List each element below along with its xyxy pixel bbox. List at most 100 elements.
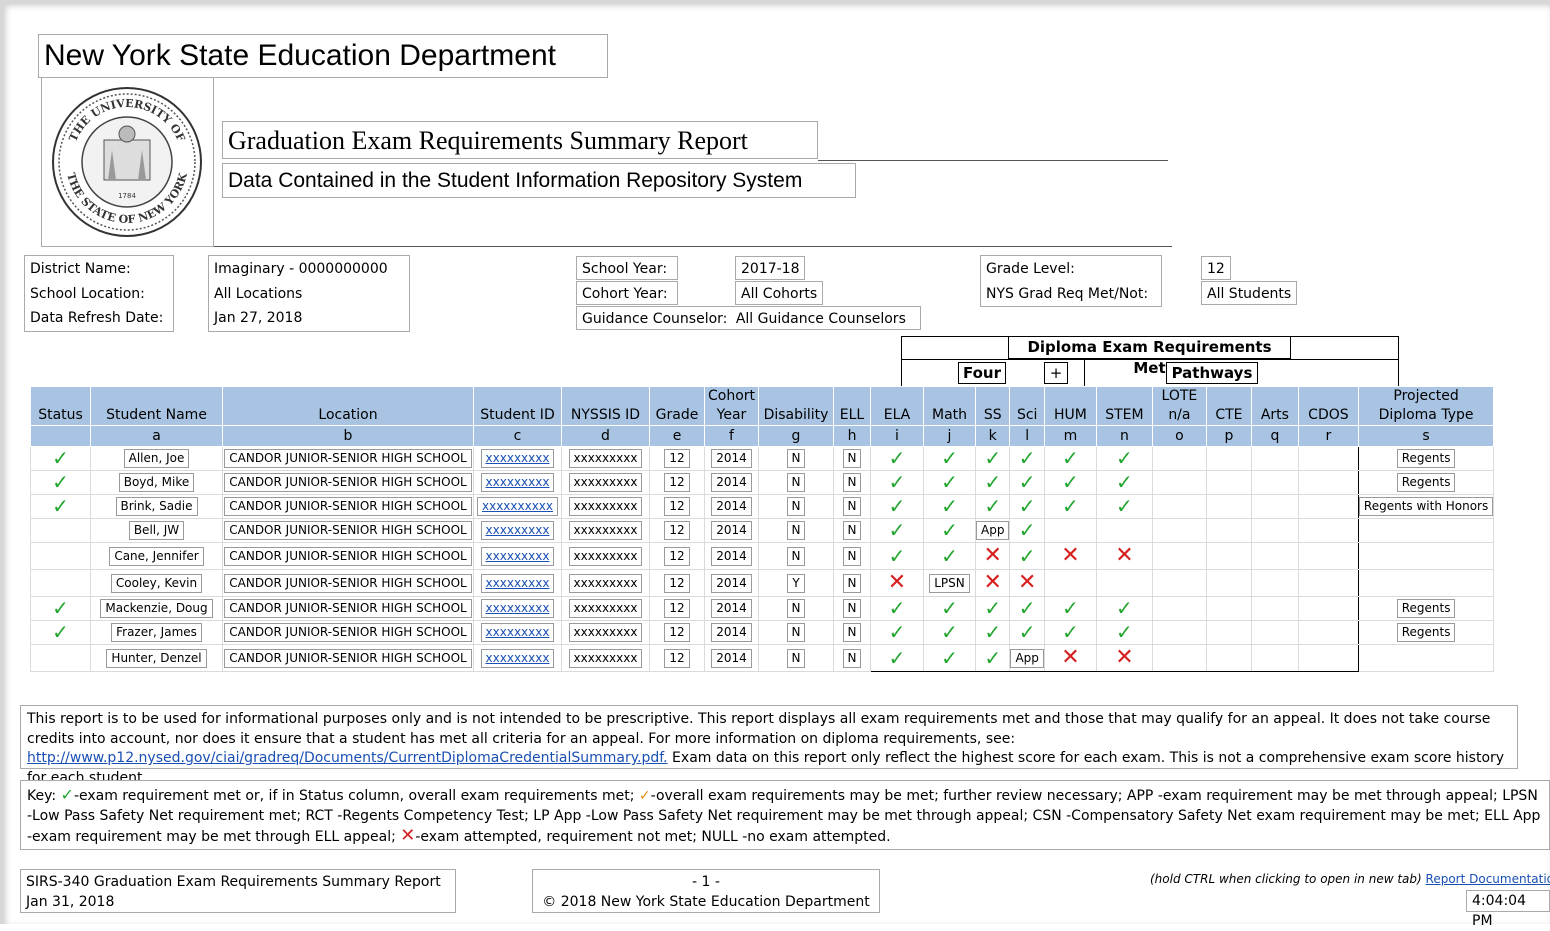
table-cell: ✓ [870,518,924,543]
school-year-value: 2017-18 [735,256,805,280]
table-cell: ✓ [923,644,976,672]
table-cell: LPSN [923,569,976,597]
divider [1084,359,1085,387]
table-cell [1297,518,1359,543]
table-cell [1151,470,1207,495]
table-cell: CANDOR JUNIOR-SENIOR HIGH SCHOOL [222,470,474,495]
table-cell: ✓ [30,494,91,519]
table-cell [1205,620,1252,645]
student-location: CANDOR JUNIOR-SENIOR HIGH SCHOOL [224,473,472,492]
col-letter: k [974,425,1011,447]
col-letter: c [473,425,562,447]
table-cell: Boyd, Mike [90,470,223,495]
table-cell [1250,494,1299,519]
table-cell [1250,620,1299,645]
refresh-label: Data Refresh Date: [30,310,164,326]
table-cell: xxxxxxxxx [561,542,650,570]
col-header: ELL [833,386,871,426]
ell-flag: N [842,546,862,566]
cohort-label: Cohort Year: [576,281,678,305]
disability-flag: N [786,497,806,516]
col-header-line2: Diploma Type [1378,407,1474,423]
check-mark-icon: ✓ [941,620,958,644]
table-cell: Regents [1357,620,1495,645]
col-letter-label: b [343,427,353,444]
table-cell: ✓ [870,620,924,645]
table-cell: ✓ [974,494,1011,519]
cohort-year: 2014 [711,623,752,642]
check-mark-icon: ✓ [888,446,906,470]
table-cell: ✓ [1009,494,1045,519]
col-header-line1: LOTE [1161,388,1198,404]
check-mark-icon: ✓ [888,494,906,518]
diploma-type: Regents [1396,473,1456,492]
check-mark-icon: ✓ [60,785,74,804]
student-id-link[interactable]: xxxxxxxxx [480,546,555,566]
col-letter: n [1095,425,1153,447]
table-cell: CANDOR JUNIOR-SENIOR HIGH SCHOOL [222,644,474,672]
col-header-label: Student ID [480,407,555,423]
student-location: CANDOR JUNIOR-SENIOR HIGH SCHOOL [224,573,472,593]
check-mark-icon: ✓ [52,596,69,620]
nys-seal-icon: THE UNIVERSITY OF THE STATE OF NEW YORK … [52,87,202,237]
table-cell: N [758,542,834,570]
student-id-link[interactable]: xxxxxxxxxx [476,497,558,516]
table-cell: xxxxxxxxx [473,596,562,621]
table-cell: Cooley, Kevin [90,569,223,597]
col-letter-label: m [1063,427,1078,444]
col-letter: r [1297,425,1359,447]
student-id-link[interactable]: xxxxxxxxx [480,648,555,668]
col-letter-label: r [1325,427,1332,444]
report-documentation-link[interactable]: Report Documentation [1426,872,1550,886]
table-cell: ✓ [1095,596,1153,621]
check-mark-icon: ✓ [941,494,958,518]
col-header-label: Grade [655,407,699,423]
col-header-label: Arts [1260,407,1289,423]
col-letter-label: e [672,427,682,444]
col-header-label: HUM [1053,407,1087,423]
table-cell [1205,644,1252,672]
student-id-link[interactable]: xxxxxxxxx [480,599,555,618]
report-subtitle: Data Contained in the Student Informatio… [222,163,856,198]
col-header-label: Math [931,407,968,423]
student-id-link[interactable]: xxxxxxxxx [480,623,555,642]
table-cell: ✕ [1095,542,1153,570]
table-cell [1151,518,1207,543]
student-id-link[interactable]: xxxxxxxxx [480,473,555,492]
table-cell [1205,542,1252,570]
col-letter: s [1357,425,1495,447]
col-letter-label: a [152,427,161,444]
student-id-link[interactable]: xxxxxxxxx [480,573,555,593]
col-header: Grade [649,386,705,426]
table-cell [1205,596,1252,621]
diploma-type: Regents [1396,623,1456,642]
diploma-requirements-link[interactable]: http://www.p12.nysed.gov/ciai/gradreq/Do… [27,750,668,766]
grade-value: 12 [664,546,690,566]
student-id-link[interactable]: xxxxxxxxx [480,521,555,540]
table-cell: ✓ [870,596,924,621]
table-cell [1151,644,1207,672]
table-cell: 2014 [704,596,759,621]
table-cell [1297,470,1359,495]
student-id-link[interactable]: xxxxxxxxx [480,449,555,468]
location-value: All Locations [214,285,303,302]
check-mark-icon: ✓ [52,494,69,518]
check-mark-icon: ✓ [888,543,906,568]
table-cell: 12 [649,470,705,495]
diploma-type: Regents with Honors [1359,497,1493,516]
table-cell: ✓ [870,644,924,672]
table-cell: N [833,494,871,519]
table-cell [1357,542,1495,570]
col-header: LOTE n/a [1151,386,1207,426]
col-header-label: Student Name [106,407,207,423]
report-id: SIRS-340 Graduation Exam Requirements Su… [26,874,441,890]
table-row: ✓ Allen, Joe CANDOR JUNIOR-SENIOR HIGH SCH… [30,446,1495,471]
table-cell: 12 [649,542,705,570]
table-cell: ✓ [870,542,924,570]
table-cell: ✓ [1009,446,1045,471]
table-cell [1205,494,1252,519]
filter-values-1: Imaginary - 0000000000 All Locations Jan… [208,255,410,332]
table-cell [1205,470,1252,495]
col-header-label: STEM [1105,407,1144,423]
table-cell [1205,569,1252,597]
